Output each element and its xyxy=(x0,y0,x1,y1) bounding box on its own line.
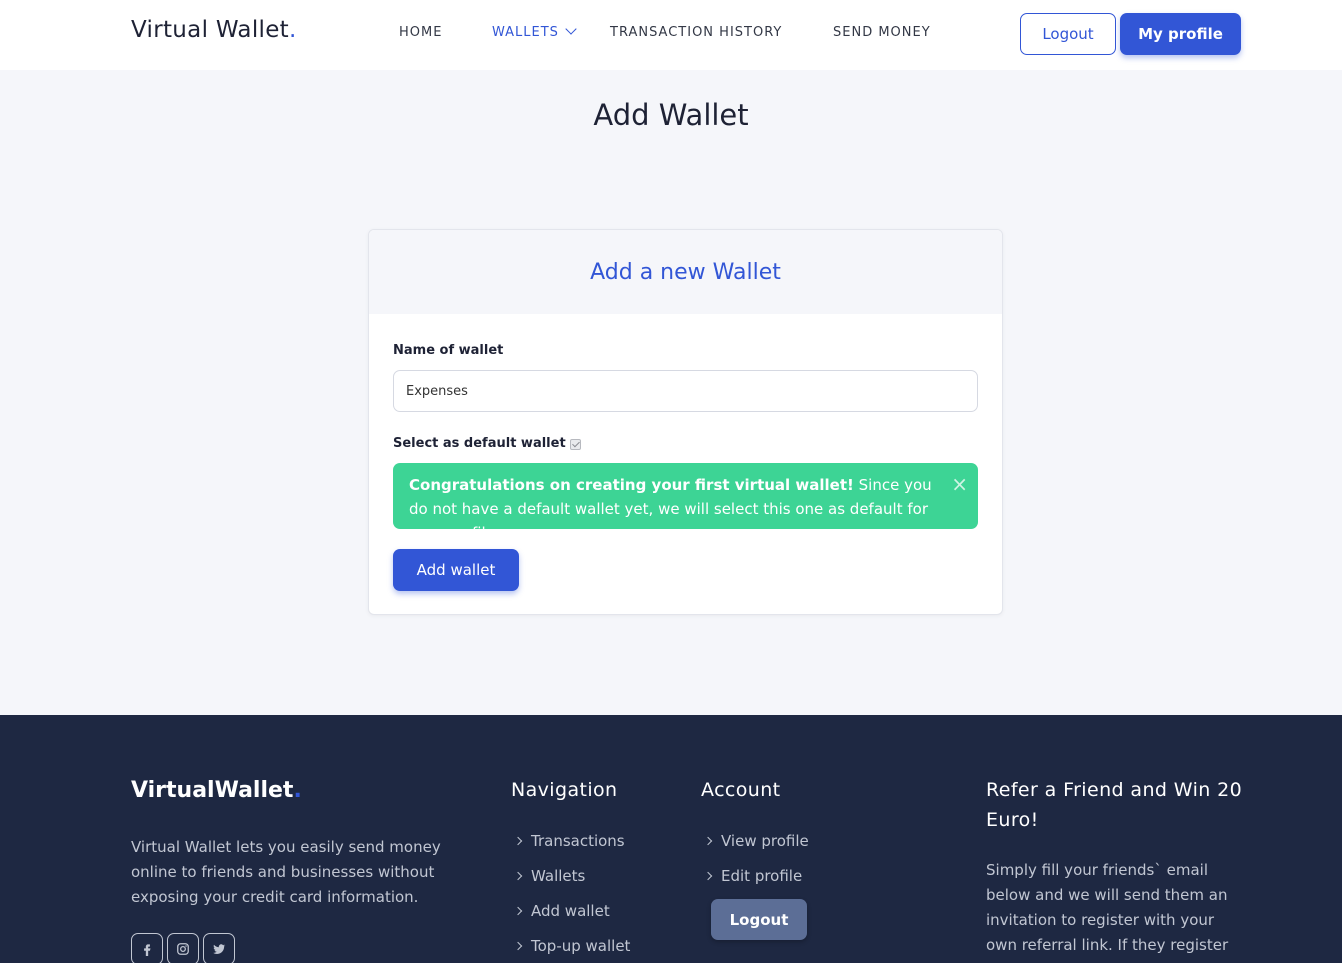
twitter-icon[interactable] xyxy=(203,933,235,963)
chevron-right-icon xyxy=(513,941,523,951)
footer-refer-text: Simply fill your friends` email below an… xyxy=(986,861,1229,963)
nav-send-money[interactable]: SEND MONEY xyxy=(833,25,931,40)
add-wallet-card: Add a new Wallet Name of wallet Select a… xyxy=(368,229,1003,615)
chevron-right-icon xyxy=(513,906,523,916)
footer-refer-heading: Refer a Friend and Win 20 Euro! xyxy=(986,779,1243,831)
nav-wallets[interactable]: WALLETS xyxy=(492,23,577,40)
chevron-right-icon xyxy=(513,836,523,846)
footer-link-label: View profile xyxy=(721,832,809,850)
success-alert: Congratulations on creating your first v… xyxy=(393,463,978,542)
instagram-icon[interactable] xyxy=(167,933,199,963)
footer-link-edit-profile[interactable]: Edit profile xyxy=(703,867,803,885)
footer-link-label: Wallets xyxy=(531,867,586,885)
footer-description: Virtual Wallet lets you easily send mone… xyxy=(131,838,441,906)
nav-home[interactable]: HOME xyxy=(399,25,442,40)
my-profile-button[interactable]: My profile xyxy=(1120,13,1241,55)
brand-logo[interactable]: Virtual Wallet. xyxy=(131,17,297,43)
default-wallet-checkbox[interactable] xyxy=(569,439,581,450)
footer-navigation-heading: Navigation xyxy=(511,779,618,801)
footer: VirtualWallet. Virtual Wallet lets you e… xyxy=(0,715,1342,963)
default-wallet-label: Select as default wallet xyxy=(393,436,566,451)
footer-link-label: Top-up wallet xyxy=(531,937,631,955)
logout-button[interactable]: Logout xyxy=(1020,13,1116,55)
wallet-name-input[interactable] xyxy=(393,370,978,412)
nav-transaction-history[interactable]: TRANSACTION HISTORY xyxy=(610,25,782,40)
card-header: Add a new Wallet xyxy=(369,230,1002,314)
chevron-down-icon xyxy=(565,23,577,35)
footer-brand-dot: . xyxy=(293,778,302,803)
brand-dot: . xyxy=(288,17,297,43)
footer-link-label: Transactions xyxy=(531,832,625,850)
card-title: Add a new Wallet xyxy=(590,259,781,285)
wallet-name-label: Name of wallet xyxy=(393,343,504,358)
footer-link-view-profile[interactable]: View profile xyxy=(703,832,809,850)
footer-link-label: Add wallet xyxy=(531,902,610,920)
page-title: Add Wallet xyxy=(593,98,749,132)
footer-link-label: Edit profile xyxy=(721,867,803,885)
footer-link-top-up-wallet[interactable]: Top-up wallet xyxy=(513,937,631,955)
chevron-right-icon xyxy=(703,836,713,846)
facebook-icon[interactable] xyxy=(131,933,163,963)
footer-logout-button[interactable]: Logout xyxy=(711,899,807,940)
close-icon[interactable]: × xyxy=(951,472,968,496)
alert-bold-text: Congratulations on creating your first v… xyxy=(409,476,854,494)
brand-text: Virtual Wallet xyxy=(131,17,289,43)
chevron-right-icon xyxy=(513,871,523,881)
top-navbar: Virtual Wallet. HOME WALLETS TRANSACTION… xyxy=(0,0,1342,70)
footer-brand[interactable]: VirtualWallet. xyxy=(131,778,302,803)
nav-wallets-label: WALLETS xyxy=(492,25,559,40)
footer-link-wallets[interactable]: Wallets xyxy=(513,867,586,885)
chevron-right-icon xyxy=(703,871,713,881)
footer-link-transactions[interactable]: Transactions xyxy=(513,832,625,850)
add-wallet-button[interactable]: Add wallet xyxy=(393,549,519,591)
footer-link-add-wallet[interactable]: Add wallet xyxy=(513,902,610,920)
footer-account-heading: Account xyxy=(701,779,781,801)
default-wallet-row: Select as default wallet xyxy=(393,436,581,451)
footer-brand-text: VirtualWallet xyxy=(131,778,294,803)
